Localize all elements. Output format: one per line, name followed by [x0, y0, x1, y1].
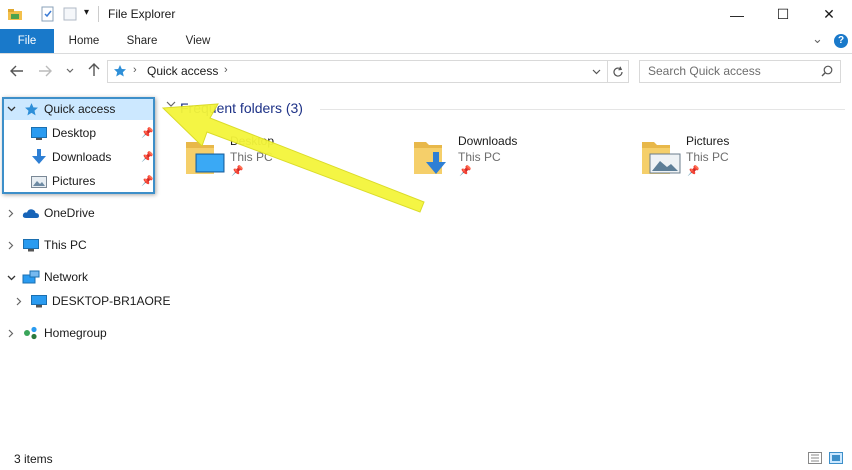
item-count: 3 items — [14, 452, 53, 466]
details-view-icon[interactable] — [808, 452, 822, 464]
large-icons-view-icon[interactable] — [829, 452, 843, 464]
annotation-arrow-icon — [161, 103, 425, 213]
